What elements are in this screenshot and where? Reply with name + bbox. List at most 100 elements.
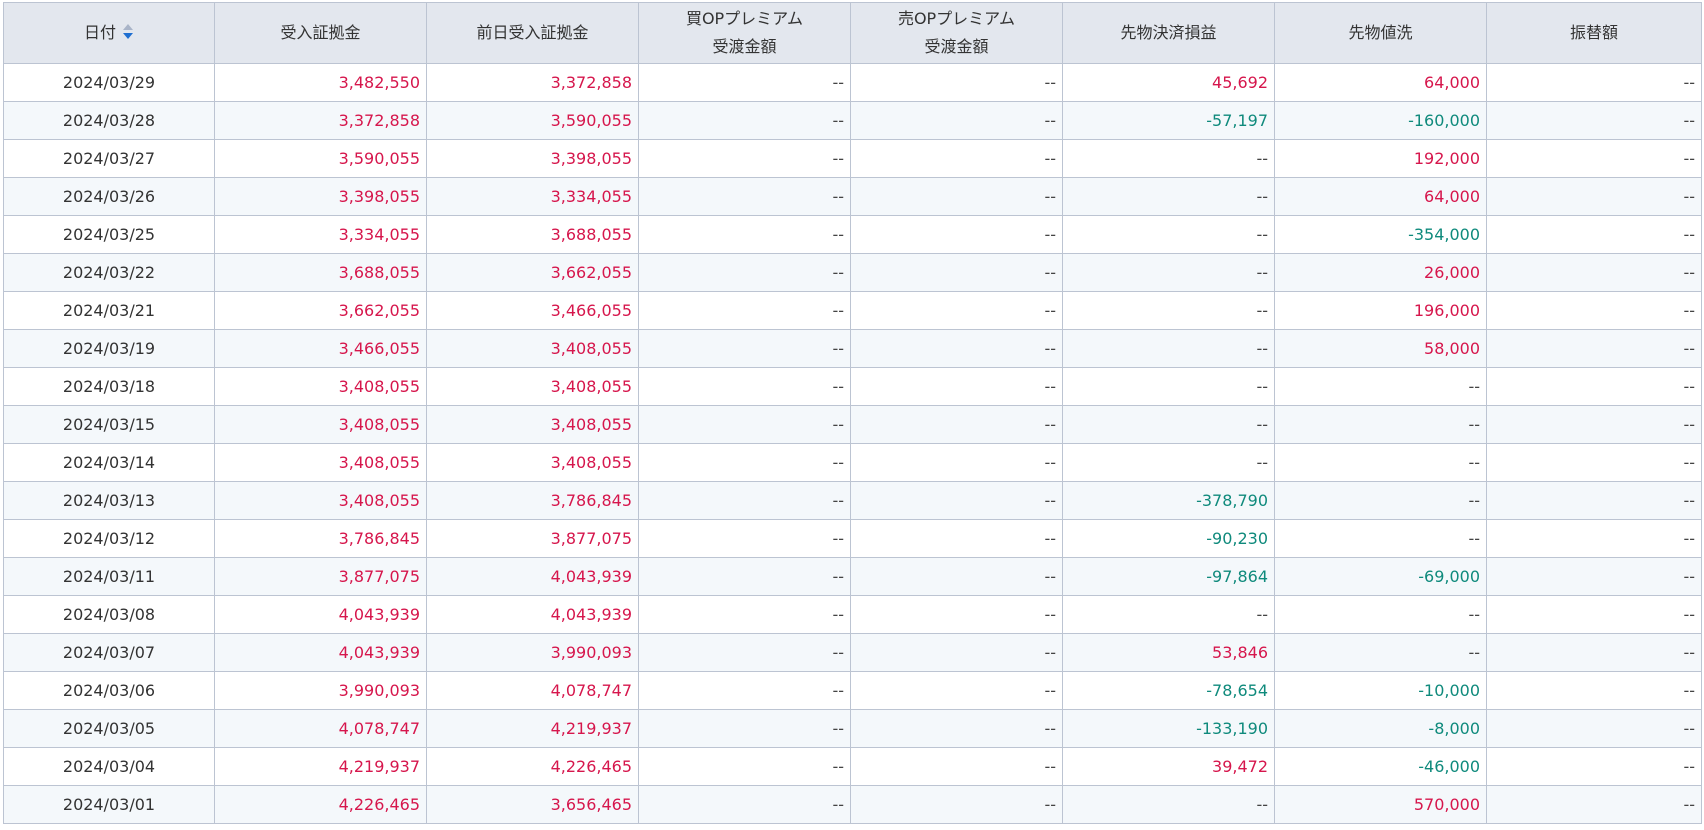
cell-futures-pl: -90,230 bbox=[1062, 519, 1275, 558]
cell-futures-mark: 26,000 bbox=[1274, 253, 1487, 292]
cell-prev-margin: 4,226,465 bbox=[426, 747, 639, 786]
cell-date: 2024/03/08 bbox=[3, 595, 215, 634]
cell-date: 2024/03/25 bbox=[3, 215, 215, 254]
cell-transfer: -- bbox=[1486, 329, 1702, 368]
cell-transfer: -- bbox=[1486, 481, 1702, 520]
cell-futures-mark: -- bbox=[1274, 595, 1487, 634]
cell-sell-op: -- bbox=[850, 215, 1063, 254]
cell-margin: 3,786,845 bbox=[214, 519, 427, 558]
cell-transfer: -- bbox=[1486, 519, 1702, 558]
cell-buy-op: -- bbox=[638, 139, 851, 178]
cell-buy-op: -- bbox=[638, 747, 851, 786]
cell-date: 2024/03/21 bbox=[3, 291, 215, 330]
cell-sell-op: -- bbox=[850, 177, 1063, 216]
cell-buy-op: -- bbox=[638, 329, 851, 368]
cell-prev-margin: 3,688,055 bbox=[426, 215, 639, 254]
cell-futures-mark: -10,000 bbox=[1274, 671, 1487, 710]
cell-sell-op: -- bbox=[850, 481, 1063, 520]
cell-futures-mark: 64,000 bbox=[1274, 63, 1487, 102]
cell-date: 2024/03/13 bbox=[3, 481, 215, 520]
cell-futures-pl: -- bbox=[1062, 291, 1275, 330]
cell-margin: 3,466,055 bbox=[214, 329, 427, 368]
cell-futures-pl: -378,790 bbox=[1062, 481, 1275, 520]
cell-margin: 4,043,939 bbox=[214, 633, 427, 672]
cell-buy-op: -- bbox=[638, 63, 851, 102]
column-header-buy-op: 買OPプレミアム 受渡金額 bbox=[638, 2, 851, 64]
sort-desc-arrow-icon bbox=[123, 32, 133, 39]
cell-sell-op: -- bbox=[850, 633, 1063, 672]
column-header-label: 日付 bbox=[83, 23, 116, 42]
cell-margin: 3,662,055 bbox=[214, 291, 427, 330]
cell-futures-mark: 192,000 bbox=[1274, 139, 1487, 178]
cell-buy-op: -- bbox=[638, 291, 851, 330]
cell-prev-margin: 3,334,055 bbox=[426, 177, 639, 216]
table-row: 2024/03/01 4,226,465 3,656,465 -- -- -- 570,00… bbox=[3, 785, 1702, 824]
header-row: 日付 受入証拠金 前日受入証拠金 買OPプレミアム 受渡金額 売OPプレミアム 受渡金額 先物… bbox=[3, 2, 1702, 64]
cell-futures-mark: -160,000 bbox=[1274, 101, 1487, 140]
cell-sell-op: -- bbox=[850, 329, 1063, 368]
cell-futures-mark: -354,000 bbox=[1274, 215, 1487, 254]
cell-futures-mark: -- bbox=[1274, 443, 1487, 482]
cell-date: 2024/03/11 bbox=[3, 557, 215, 596]
cell-buy-op: -- bbox=[638, 253, 851, 292]
cell-prev-margin: 3,372,858 bbox=[426, 63, 639, 102]
cell-futures-mark: -- bbox=[1274, 481, 1487, 520]
cell-prev-margin: 3,656,465 bbox=[426, 785, 639, 824]
column-header-margin: 受入証拠金 bbox=[214, 2, 427, 64]
cell-prev-margin: 3,466,055 bbox=[426, 291, 639, 330]
table-row: 2024/03/25 3,334,055 3,688,055 -- -- -- -354,0… bbox=[3, 215, 1702, 254]
margin-history-table-container: 日付 受入証拠金 前日受入証拠金 買OPプレミアム 受渡金額 売OPプレミアム 受渡金額 先物… bbox=[3, 2, 1702, 824]
cell-transfer: -- bbox=[1486, 291, 1702, 330]
cell-date: 2024/03/26 bbox=[3, 177, 215, 216]
cell-prev-margin: 3,662,055 bbox=[426, 253, 639, 292]
cell-futures-pl: -97,864 bbox=[1062, 557, 1275, 596]
cell-futures-mark: -- bbox=[1274, 405, 1487, 444]
cell-date: 2024/03/05 bbox=[3, 709, 215, 748]
cell-prev-margin: 3,877,075 bbox=[426, 519, 639, 558]
cell-margin: 3,408,055 bbox=[214, 405, 427, 444]
cell-buy-op: -- bbox=[638, 595, 851, 634]
cell-margin: 4,078,747 bbox=[214, 709, 427, 748]
table-row: 2024/03/07 4,043,939 3,990,093 -- -- 53,846 --… bbox=[3, 633, 1702, 672]
table-row: 2024/03/29 3,482,550 3,372,858 -- -- 45,692 64… bbox=[3, 63, 1702, 102]
table-row: 2024/03/14 3,408,055 3,408,055 -- -- -- -- -- bbox=[3, 443, 1702, 482]
cell-date: 2024/03/19 bbox=[3, 329, 215, 368]
table-row: 2024/03/26 3,398,055 3,334,055 -- -- -- 64,000… bbox=[3, 177, 1702, 216]
cell-sell-op: -- bbox=[850, 367, 1063, 406]
cell-margin: 3,590,055 bbox=[214, 139, 427, 178]
cell-margin: 3,482,550 bbox=[214, 63, 427, 102]
cell-transfer: -- bbox=[1486, 671, 1702, 710]
cell-transfer: -- bbox=[1486, 367, 1702, 406]
cell-futures-mark: -- bbox=[1274, 633, 1487, 672]
cell-transfer: -- bbox=[1486, 139, 1702, 178]
cell-prev-margin: 3,408,055 bbox=[426, 405, 639, 444]
cell-futures-pl: -- bbox=[1062, 177, 1275, 216]
cell-date: 2024/03/22 bbox=[3, 253, 215, 292]
cell-buy-op: -- bbox=[638, 405, 851, 444]
cell-date: 2024/03/01 bbox=[3, 785, 215, 824]
sort-desc-icon[interactable] bbox=[122, 23, 134, 41]
cell-buy-op: -- bbox=[638, 709, 851, 748]
cell-futures-pl: -- bbox=[1062, 405, 1275, 444]
cell-futures-mark: 64,000 bbox=[1274, 177, 1487, 216]
cell-date: 2024/03/28 bbox=[3, 101, 215, 140]
cell-margin: 3,398,055 bbox=[214, 177, 427, 216]
cell-futures-pl: -133,190 bbox=[1062, 709, 1275, 748]
cell-sell-op: -- bbox=[850, 63, 1063, 102]
cell-transfer: -- bbox=[1486, 177, 1702, 216]
column-header-prev-margin: 前日受入証拠金 bbox=[426, 2, 639, 64]
column-header-date[interactable]: 日付 bbox=[3, 2, 215, 64]
cell-margin: 3,408,055 bbox=[214, 443, 427, 482]
cell-transfer: -- bbox=[1486, 747, 1702, 786]
table-body: 2024/03/29 3,482,550 3,372,858 -- -- 45,692 64… bbox=[3, 63, 1702, 824]
cell-transfer: -- bbox=[1486, 405, 1702, 444]
cell-sell-op: -- bbox=[850, 595, 1063, 634]
cell-futures-pl: 39,472 bbox=[1062, 747, 1275, 786]
cell-transfer: -- bbox=[1486, 101, 1702, 140]
cell-futures-pl: -- bbox=[1062, 367, 1275, 406]
table-row: 2024/03/04 4,219,937 4,226,465 -- -- 39,472 -4… bbox=[3, 747, 1702, 786]
column-header-futures-mark: 先物値洗 bbox=[1274, 2, 1487, 64]
cell-date: 2024/03/18 bbox=[3, 367, 215, 406]
cell-transfer: -- bbox=[1486, 63, 1702, 102]
sort-asc-arrow-icon bbox=[123, 23, 133, 30]
